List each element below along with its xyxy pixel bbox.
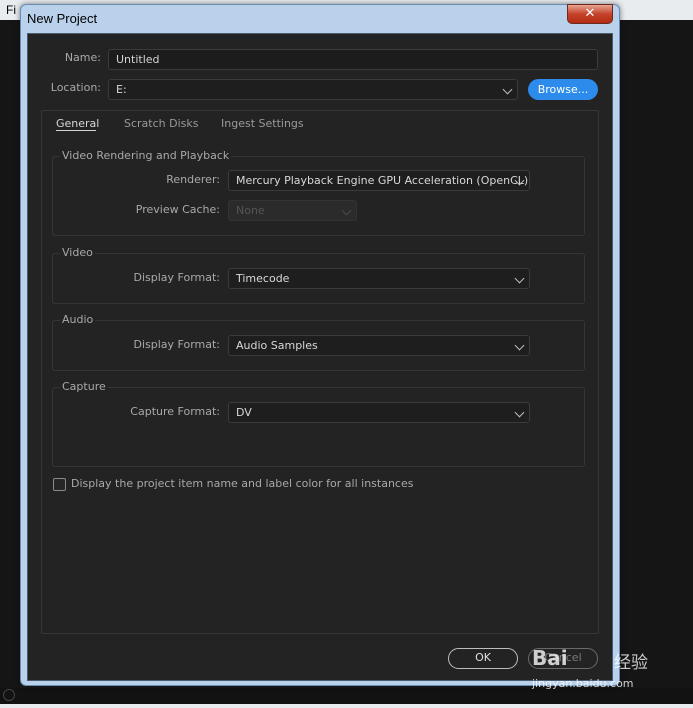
preview-cache-select: None [228,200,357,221]
capture-group: Capture Capture Format: DV [52,380,585,467]
video-group: Video Display Format: Timecode [52,246,585,304]
capture-format-select[interactable]: DV [228,402,530,423]
audio-group: Audio Display Format: Audio Samples [52,313,585,371]
browse-button[interactable]: Browse... [528,79,598,100]
watermark-brand-suffix: 经验 [614,653,648,673]
audio-display-format-value: Audio Samples [236,339,318,352]
title-bar[interactable]: New Project ✕ [21,4,619,33]
tab-scratch-disks[interactable]: Scratch Disks [124,117,198,130]
audio-display-format-label: Display Format: [133,338,220,351]
audio-display-format-select[interactable]: Audio Samples [228,335,530,356]
display-label-color-label[interactable]: Display the project item name and label … [71,477,413,490]
active-tab-underline [56,130,96,131]
background-menu-text: Fi [6,3,16,17]
chevron-down-icon [341,205,352,216]
name-input[interactable]: Untitled [108,49,598,70]
chevron-down-icon [514,273,525,284]
location-value: E: [116,83,127,96]
renderer-select[interactable]: Mercury Playback Engine GPU Acceleration… [228,170,530,191]
chevron-down-icon [514,407,525,418]
video-display-format-label: Display Format: [133,271,220,284]
video-rendering-group: Video Rendering and Playback Renderer: M… [52,149,585,236]
capture-format-label: Capture Format: [130,405,220,418]
ok-button[interactable]: OK [448,648,518,669]
display-label-color-checkbox[interactable] [53,478,66,491]
preview-cache-value: None [236,204,265,217]
video-display-format-value: Timecode [236,272,290,285]
video-title: Video [60,246,95,259]
location-select[interactable]: E: [108,79,518,100]
preview-cache-label: Preview Cache: [135,203,220,216]
capture-format-value: DV [236,406,252,419]
video-display-format-select[interactable]: Timecode [228,268,530,289]
watermark-brand: Bai [532,646,568,670]
new-project-dialog: New Project ✕ Name: Untitled Location: E… [20,4,620,686]
status-icon [3,689,15,701]
dialog-body: Name: Untitled Location: E: Browse... Ge… [27,33,613,681]
chevron-down-icon [502,84,513,95]
audio-title: Audio [60,313,96,326]
watermark-url: jingyan.baidu.com [532,677,634,690]
close-button[interactable]: ✕ [567,4,613,24]
baidu-watermark: Bai 经验 jingyan.baidu.com [532,632,660,692]
name-label: Name: [64,51,101,64]
tab-general[interactable]: General [56,117,99,130]
background-left-panel [0,20,20,688]
video-rendering-title: Video Rendering and Playback [60,149,232,162]
background-right-panel [620,20,693,688]
dialog-title: New Project [27,11,98,26]
renderer-value: Mercury Playback Engine GPU Acceleration… [236,174,529,187]
chevron-down-icon [514,340,525,351]
settings-panel: General Scratch Disks Ingest Settings Vi… [41,110,599,634]
capture-title: Capture [60,380,108,393]
location-label: Location: [50,81,101,94]
close-icon: ✕ [584,6,596,21]
background-bottom-edge [0,704,693,708]
renderer-label: Renderer: [166,173,220,186]
tab-ingest-settings[interactable]: Ingest Settings [221,117,304,130]
